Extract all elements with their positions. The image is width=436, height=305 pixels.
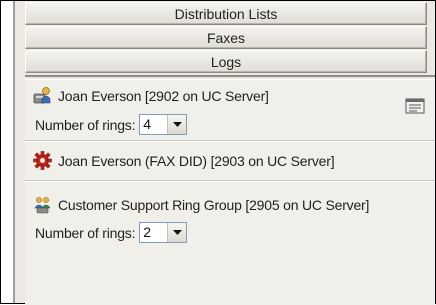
rings-row: Number of rings: 2: [35, 222, 425, 243]
rings-label: Number of rings:: [35, 116, 136, 133]
entry-header: Joan Everson [2902 on UC Server]: [33, 86, 425, 105]
entry-customer-support[interactable]: Customer Support Ring Group [2905 on UC …: [25, 181, 435, 305]
tab-logs-label: Logs: [210, 53, 242, 70]
rings-select-value: 4: [143, 116, 152, 132]
chevron-down-icon[interactable]: [167, 115, 187, 134]
rings-label: Number of rings:: [35, 224, 136, 241]
ring-group-icon: [33, 195, 52, 214]
entry-name: Customer Support Ring Group [2905 on UC …: [58, 196, 370, 213]
divider: [25, 75, 435, 77]
panel-content: Distribution Lists Faxes Logs Joan Evers…: [13, 1, 435, 305]
tab-distribution-lists-label: Distribution Lists: [174, 5, 278, 22]
rings-select[interactable]: 2: [139, 222, 188, 243]
tab-faxes[interactable]: Faxes: [25, 26, 427, 49]
fax-gear-icon: [33, 151, 52, 170]
rings-select[interactable]: 4: [139, 114, 188, 135]
tab-logs[interactable]: Logs: [25, 50, 427, 73]
tab-distribution-lists[interactable]: Distribution Lists: [25, 2, 427, 25]
entry-header: Joan Everson (FAX DID) [2903 on UC Serve…: [33, 151, 425, 170]
entry-joan-everson[interactable]: Joan Everson [2902 on UC Server] Number …: [25, 79, 435, 141]
entry-name: Joan Everson (FAX DID) [2903 on UC Serve…: [58, 152, 335, 169]
panel-frame: Distribution Lists Faxes Logs Joan Evers…: [0, 0, 436, 305]
tab-faxes-label: Faxes: [206, 29, 246, 46]
rings-row: Number of rings: 4: [35, 114, 425, 135]
chevron-down-icon[interactable]: [167, 223, 187, 242]
entry-joan-everson-fax[interactable]: Joan Everson (FAX DID) [2903 on UC Serve…: [25, 141, 435, 181]
user-phone-icon: [33, 86, 52, 105]
entry-header: Customer Support Ring Group [2905 on UC …: [33, 195, 425, 214]
rings-select-value: 2: [143, 224, 152, 240]
entry-name: Joan Everson [2902 on UC Server]: [58, 87, 269, 104]
